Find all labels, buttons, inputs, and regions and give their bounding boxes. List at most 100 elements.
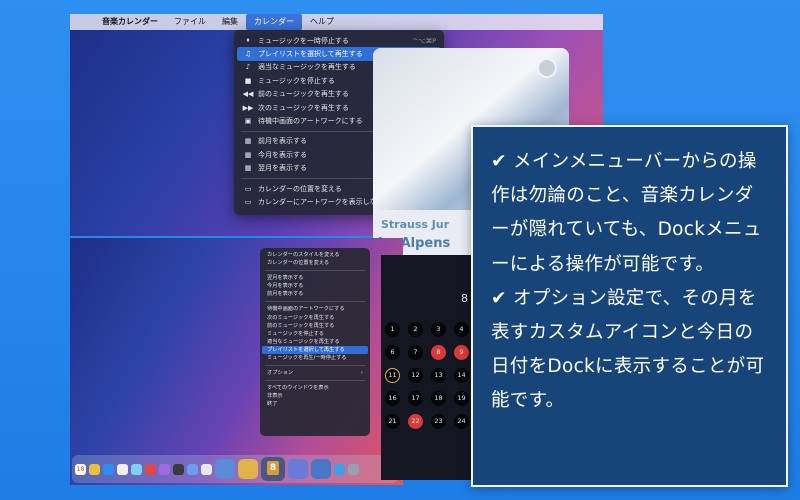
notes-icon[interactable] bbox=[89, 463, 100, 475]
dock-menu-item[interactable]: 終了 bbox=[262, 400, 368, 408]
menu-help[interactable]: ヘルプ bbox=[302, 14, 342, 30]
menu-bar: 音楽カレンダー ファイル 編集 カレンダー ヘルプ bbox=[70, 14, 603, 30]
dock-menu-item-label: 適当なミュージックを再生する bbox=[267, 338, 340, 345]
playlist-icon: ♫ bbox=[244, 50, 252, 59]
podcasts-icon[interactable] bbox=[159, 463, 170, 475]
downloads-icon[interactable] bbox=[334, 463, 345, 475]
dock-menu-item-label: 今月を表示する bbox=[267, 283, 304, 290]
dock-menu-item-label: 次のミュージックを再生する bbox=[267, 314, 335, 321]
chevron-right-icon: › bbox=[360, 370, 363, 377]
notes-window-icon[interactable] bbox=[238, 459, 258, 479]
dock-calendar-day: 8 bbox=[267, 461, 279, 475]
dock-menu-item[interactable]: カレンダーの位置を変える bbox=[262, 259, 368, 267]
dock-menu-item-label: 翌月を表示する bbox=[267, 275, 304, 282]
music-calendar-app-icon[interactable]: 8 bbox=[261, 457, 285, 481]
dock-menu-item[interactable]: プレイリストを選択して再生する bbox=[262, 345, 368, 355]
calendar-day[interactable]: 23 bbox=[431, 414, 446, 429]
maps-icon[interactable] bbox=[131, 463, 142, 475]
calendar-day[interactable]: 4 bbox=[454, 322, 469, 337]
calendar-day[interactable]: 11 bbox=[385, 368, 400, 383]
dock-menu-separator bbox=[265, 380, 365, 382]
album-title-line1: Strauss Jur bbox=[381, 218, 450, 231]
menu-calendar[interactable]: カレンダー bbox=[246, 14, 302, 30]
dock-menu-item[interactable]: 前月を表示する bbox=[262, 290, 368, 298]
dock-menu-item[interactable]: 適当なミュージックを再生する bbox=[262, 338, 368, 346]
menu-item[interactable]: ⏸ ミュージックを一時停止する ^⌥⌘P bbox=[237, 34, 441, 47]
info-paragraph-2: ✔ オプション設定で、その月を表すカスタムアイコンと今日の日付をDockに表示す… bbox=[491, 287, 765, 412]
menu-edit[interactable]: 編集 bbox=[214, 14, 246, 30]
calendar-date-icon[interactable]: 18 bbox=[75, 463, 86, 475]
menu-app-name[interactable]: 音楽カレンダー bbox=[94, 14, 166, 30]
calendar-icon: ▦ bbox=[244, 150, 252, 159]
menu-file[interactable]: ファイル bbox=[166, 14, 214, 30]
music-icon[interactable] bbox=[145, 463, 156, 475]
dock-menu-item-label: 非表示 bbox=[267, 393, 283, 400]
dock: 18 8 bbox=[72, 455, 398, 483]
calendar-day[interactable]: 14 bbox=[454, 368, 469, 383]
trash-icon[interactable] bbox=[348, 463, 359, 475]
calendar-day[interactable]: 6 bbox=[385, 345, 400, 360]
stop-icon: ■ bbox=[244, 76, 252, 85]
calendar-day[interactable]: 24 bbox=[454, 414, 469, 429]
calendar-day[interactable]: 18 bbox=[431, 391, 446, 406]
preferences-icon[interactable] bbox=[201, 463, 212, 475]
calendar-day[interactable]: 1 bbox=[385, 322, 400, 337]
dock-menu-item[interactable]: カレンダーのスタイルを変える bbox=[262, 251, 368, 259]
dock-menu-item[interactable]: 今月を表示する bbox=[262, 282, 368, 290]
calendar-day[interactable]: 7 bbox=[408, 345, 423, 360]
dock-menu-item-label: オプション bbox=[267, 370, 293, 377]
dock-menu-item[interactable]: 次のミュージックを再生する bbox=[262, 314, 368, 322]
dock-menu-item[interactable]: 非表示 bbox=[262, 392, 368, 400]
window-artwork-icon: ▭ bbox=[244, 197, 252, 206]
next-track-icon: ▶▶ bbox=[242, 103, 254, 112]
dock-menu-item[interactable]: ミュージックを再生/一時停止する bbox=[262, 354, 368, 362]
dock-menu-item[interactable]: 待機中画面のアートワークにする bbox=[262, 305, 368, 313]
calendar-day[interactable]: 19 bbox=[454, 391, 469, 406]
music-note-icon: ♪ bbox=[245, 63, 251, 72]
calendar-month-label: 8 bbox=[461, 292, 468, 305]
calendar-day[interactable]: 2 bbox=[408, 322, 423, 337]
dock-menu-item[interactable]: オプション › bbox=[262, 369, 368, 377]
dock-menu-separator bbox=[265, 365, 365, 367]
calendar-day[interactable]: 16 bbox=[385, 391, 400, 406]
folder-icon[interactable] bbox=[215, 459, 235, 479]
calendar-day[interactable]: 22 bbox=[408, 414, 423, 429]
calendar-icon: ▦ bbox=[244, 164, 252, 173]
info-callout: ✔ メインメニューバーからの操作は勿論のこと、音楽カレンダーが隠れていても、Do… bbox=[471, 125, 788, 487]
dock-menu-item-label: 待機中画面のアートワークにする bbox=[267, 306, 345, 313]
dock-context-menu: カレンダーのスタイルを変える カレンダーの位置を変える翌月を表示する 今月を表示する… bbox=[260, 248, 370, 436]
calendar-day[interactable]: 12 bbox=[408, 368, 423, 383]
info-paragraph-1: ✔ メインメニューバーからの操作は勿論のこと、音楽カレンダーが隠れていても、Do… bbox=[491, 151, 762, 275]
calendar-day[interactable]: 3 bbox=[431, 322, 446, 337]
calendar-day[interactable]: 17 bbox=[408, 391, 423, 406]
dock-menu-item[interactable]: ミュージックを停止する bbox=[262, 330, 368, 338]
settings-gear-icon[interactable] bbox=[537, 58, 557, 78]
dock-menu-item[interactable]: 前のミュージックを再生する bbox=[262, 322, 368, 330]
safari-icon[interactable] bbox=[117, 463, 128, 475]
calendar-icon: ▦ bbox=[244, 137, 252, 146]
menu-item-label: ミュージックを一時停止する bbox=[258, 36, 349, 45]
dock-menu-separator bbox=[265, 301, 365, 303]
terminal-icon[interactable] bbox=[173, 463, 184, 475]
app-icon[interactable] bbox=[311, 459, 331, 479]
calendar-day[interactable]: 9 bbox=[454, 345, 469, 360]
window-icon: ▭ bbox=[244, 184, 252, 193]
calendar-widget: 8 12345678910111213141516171819202122232… bbox=[381, 255, 485, 480]
previous-track-icon: ◀◀ bbox=[242, 90, 254, 99]
calendar-day[interactable]: 8 bbox=[431, 345, 446, 360]
menu-item-shortcut: ^⌥⌘P bbox=[412, 36, 436, 45]
dock-menu-item-label: 終了 bbox=[267, 401, 278, 408]
dock-menu-item-label: プレイリストを選択して再生する bbox=[267, 346, 345, 353]
calendar-day[interactable]: 21 bbox=[385, 414, 400, 429]
dock-menu-item[interactable]: 翌月を表示する bbox=[262, 274, 368, 282]
finder-icon[interactable] bbox=[187, 463, 198, 475]
dock-menu-item-label: ミュージックを停止する bbox=[267, 330, 324, 337]
calendar-day[interactable]: 13 bbox=[431, 368, 446, 383]
artwork-icon: ▣ bbox=[244, 117, 252, 126]
dock-menu-separator bbox=[265, 270, 365, 272]
app-store-icon[interactable] bbox=[103, 463, 114, 475]
dock-menu-item-label: 前月を表示する bbox=[267, 291, 304, 298]
dock-menu-item-label: ミュージックを再生/一時停止する bbox=[267, 355, 347, 362]
timer-icon[interactable] bbox=[288, 459, 308, 479]
dock-menu-item[interactable]: すべてのウインドウを表示 bbox=[262, 384, 368, 392]
